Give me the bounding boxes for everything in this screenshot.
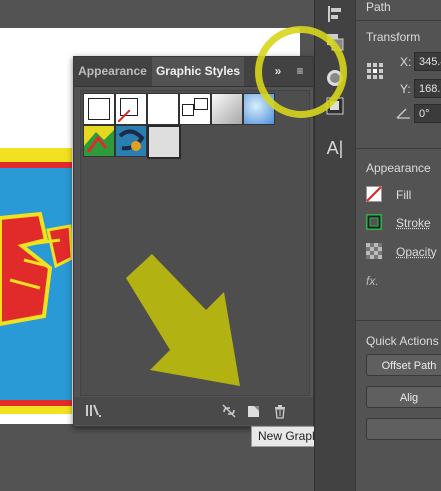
rotate-icon bbox=[396, 106, 412, 122]
divider bbox=[356, 20, 441, 21]
appearance-heading: Appearance bbox=[366, 161, 431, 175]
quick-action-button[interactable] bbox=[366, 418, 441, 440]
style-swatch-gray-gradient[interactable] bbox=[211, 93, 243, 125]
x-label: X: bbox=[400, 55, 411, 69]
tab-appearance[interactable]: Appearance bbox=[74, 57, 151, 86]
align-icon[interactable] bbox=[325, 4, 345, 24]
stroke-label[interactable]: Stroke bbox=[396, 216, 431, 230]
style-swatch-artwork-1[interactable] bbox=[83, 125, 115, 157]
character-icon[interactable]: A| bbox=[325, 138, 345, 158]
path-label: Path bbox=[366, 0, 391, 14]
opacity-icon[interactable] bbox=[366, 243, 382, 259]
fill-none-icon[interactable] bbox=[366, 186, 382, 202]
opacity-label[interactable]: Opacity bbox=[396, 245, 437, 259]
align-button[interactable]: Alig bbox=[366, 386, 441, 408]
style-swatch-stroke[interactable] bbox=[179, 93, 211, 125]
annotation-arrow bbox=[120, 250, 250, 390]
x-field[interactable]: 345.4 bbox=[414, 52, 441, 71]
y-label: Y: bbox=[400, 82, 411, 96]
highlight-circle bbox=[255, 26, 347, 118]
rotate-field[interactable]: 0° bbox=[414, 104, 441, 123]
break-link-icon[interactable] bbox=[221, 403, 237, 419]
style-swatch-none[interactable] bbox=[115, 93, 147, 125]
trash-icon[interactable] bbox=[272, 403, 288, 419]
divider bbox=[356, 148, 441, 149]
style-swatch-white[interactable] bbox=[147, 93, 179, 125]
panel-footer bbox=[74, 397, 313, 425]
effects-fx-icon[interactable]: fx. bbox=[366, 274, 379, 288]
style-swatch-artwork-2[interactable] bbox=[115, 125, 147, 157]
artwork-lettering bbox=[0, 148, 72, 414]
y-field[interactable]: 168.7 bbox=[414, 79, 441, 98]
fill-label: Fill bbox=[396, 188, 411, 202]
new-graphic-style-icon[interactable] bbox=[246, 403, 262, 419]
graphic-styles-library-icon[interactable] bbox=[84, 403, 102, 419]
reference-point-icon[interactable] bbox=[366, 62, 382, 78]
divider bbox=[356, 320, 441, 321]
offset-path-button[interactable]: Offset Path bbox=[366, 354, 441, 376]
properties-panel: Path Transform X: 345.4 Y: 168.7 0° Appe… bbox=[355, 0, 441, 491]
artwork-graphic[interactable] bbox=[0, 148, 72, 414]
stroke-icon[interactable] bbox=[366, 214, 382, 230]
style-swatch-default[interactable] bbox=[83, 93, 115, 125]
tab-graphic-styles[interactable]: Graphic Styles bbox=[152, 57, 244, 86]
style-swatch-selected[interactable] bbox=[147, 125, 181, 159]
transform-heading: Transform bbox=[366, 30, 420, 44]
quick-actions-heading: Quick Actions bbox=[366, 334, 439, 348]
